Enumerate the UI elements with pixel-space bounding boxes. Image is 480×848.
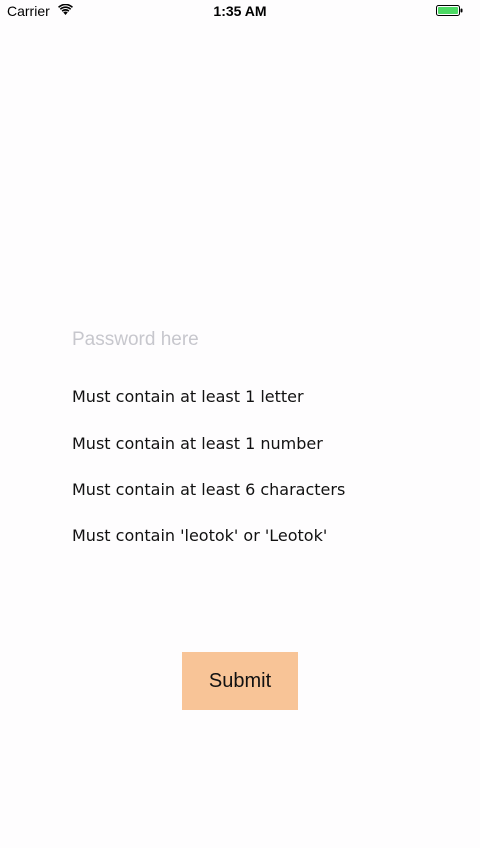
submit-button[interactable]: Submit: [182, 652, 298, 710]
battery-icon: [436, 5, 463, 16]
rule-min-number: Must contain at least 1 number: [72, 434, 323, 453]
status-time: 1:35 AM: [213, 3, 267, 19]
password-field[interactable]: [72, 326, 408, 354]
rule-contains-leotok: Must contain 'leotok' or 'Leotok': [72, 526, 328, 545]
status-bar: Carrier 1:35 AM: [0, 0, 480, 22]
rule-min-length: Must contain at least 6 characters: [72, 480, 346, 499]
rule-min-letter: Must contain at least 1 letter: [72, 387, 304, 406]
